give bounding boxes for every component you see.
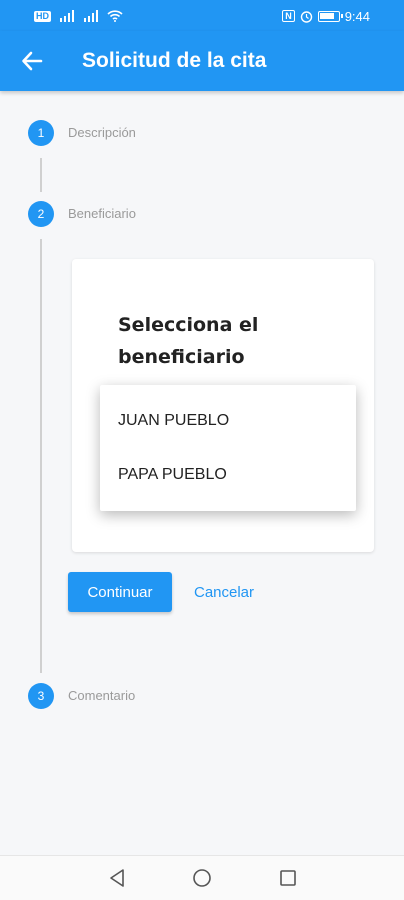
- step-connector: [40, 158, 42, 192]
- network-badge-icon: HD: [34, 10, 51, 22]
- cancel-button[interactable]: Cancelar: [184, 572, 264, 612]
- beneficiary-card: Selecciona el beneficiario JUAN PUEBLO P…: [72, 259, 374, 552]
- wifi-icon: [107, 10, 123, 22]
- app-bar: Solicitud de la cita: [0, 31, 404, 91]
- battery-icon: [317, 10, 343, 22]
- continue-button[interactable]: Continuar: [68, 572, 172, 612]
- step-3-label[interactable]: Comentario: [68, 688, 135, 704]
- arrow-left-icon: [22, 51, 43, 71]
- step-3-indicator[interactable]: 3: [28, 683, 54, 709]
- home-circle-icon[interactable]: [189, 866, 215, 890]
- status-right-icons: N 9:44: [282, 7, 370, 25]
- back-button[interactable]: [16, 45, 48, 77]
- signal-icon: [60, 10, 74, 22]
- beneficiary-dropdown-menu: JUAN PUEBLO PAPA PUEBLO: [100, 385, 356, 511]
- recents-square-icon[interactable]: [275, 866, 301, 890]
- step-1-label[interactable]: Descripción: [68, 125, 136, 141]
- step-1-indicator[interactable]: 1: [28, 120, 54, 146]
- status-left-icons: HD: [34, 8, 123, 24]
- step-2-label[interactable]: Beneficiario: [68, 206, 136, 222]
- card-title: Selecciona el beneficiario: [118, 314, 259, 368]
- page-title: Solicitud de la cita: [82, 49, 267, 72]
- status-time: 9:44: [344, 8, 370, 24]
- step-connector: [40, 239, 42, 673]
- signal-icon: [84, 10, 98, 22]
- system-nav-bar: [0, 855, 404, 900]
- dropdown-option[interactable]: PAPA PUEBLO: [100, 448, 356, 502]
- status-bar: HD N 9:44: [0, 0, 404, 31]
- alarm-icon: [300, 10, 312, 23]
- dropdown-option[interactable]: JUAN PUEBLO: [100, 394, 356, 448]
- nfc-icon: N: [282, 10, 295, 22]
- step-2-indicator[interactable]: 2: [28, 201, 54, 227]
- back-triangle-icon[interactable]: [104, 866, 130, 890]
